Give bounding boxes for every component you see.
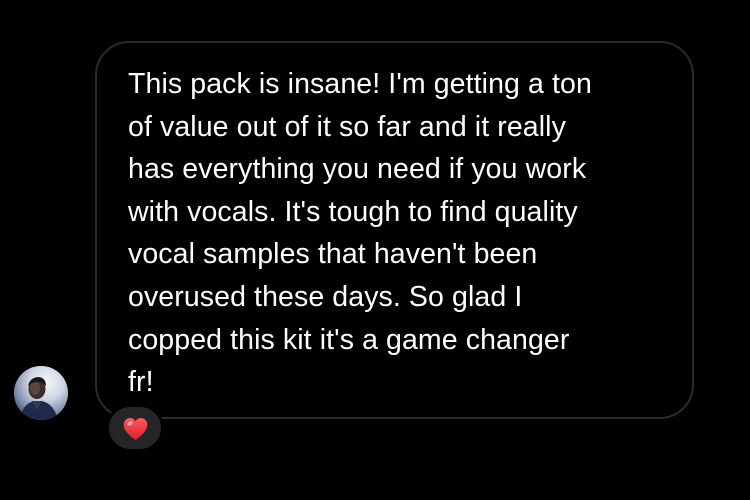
sender-avatar[interactable] [14,366,68,420]
message-text: This pack is insane! I'm getting a ton o… [128,68,592,399]
person-avatar-icon [14,366,68,420]
red-heart-icon [123,417,147,440]
message-bubble[interactable]: This pack is insane! I'm getting a ton o… [95,41,694,419]
message-row: This pack is insane! I'm getting a ton o… [0,0,750,500]
reaction-badge[interactable] [106,404,164,452]
